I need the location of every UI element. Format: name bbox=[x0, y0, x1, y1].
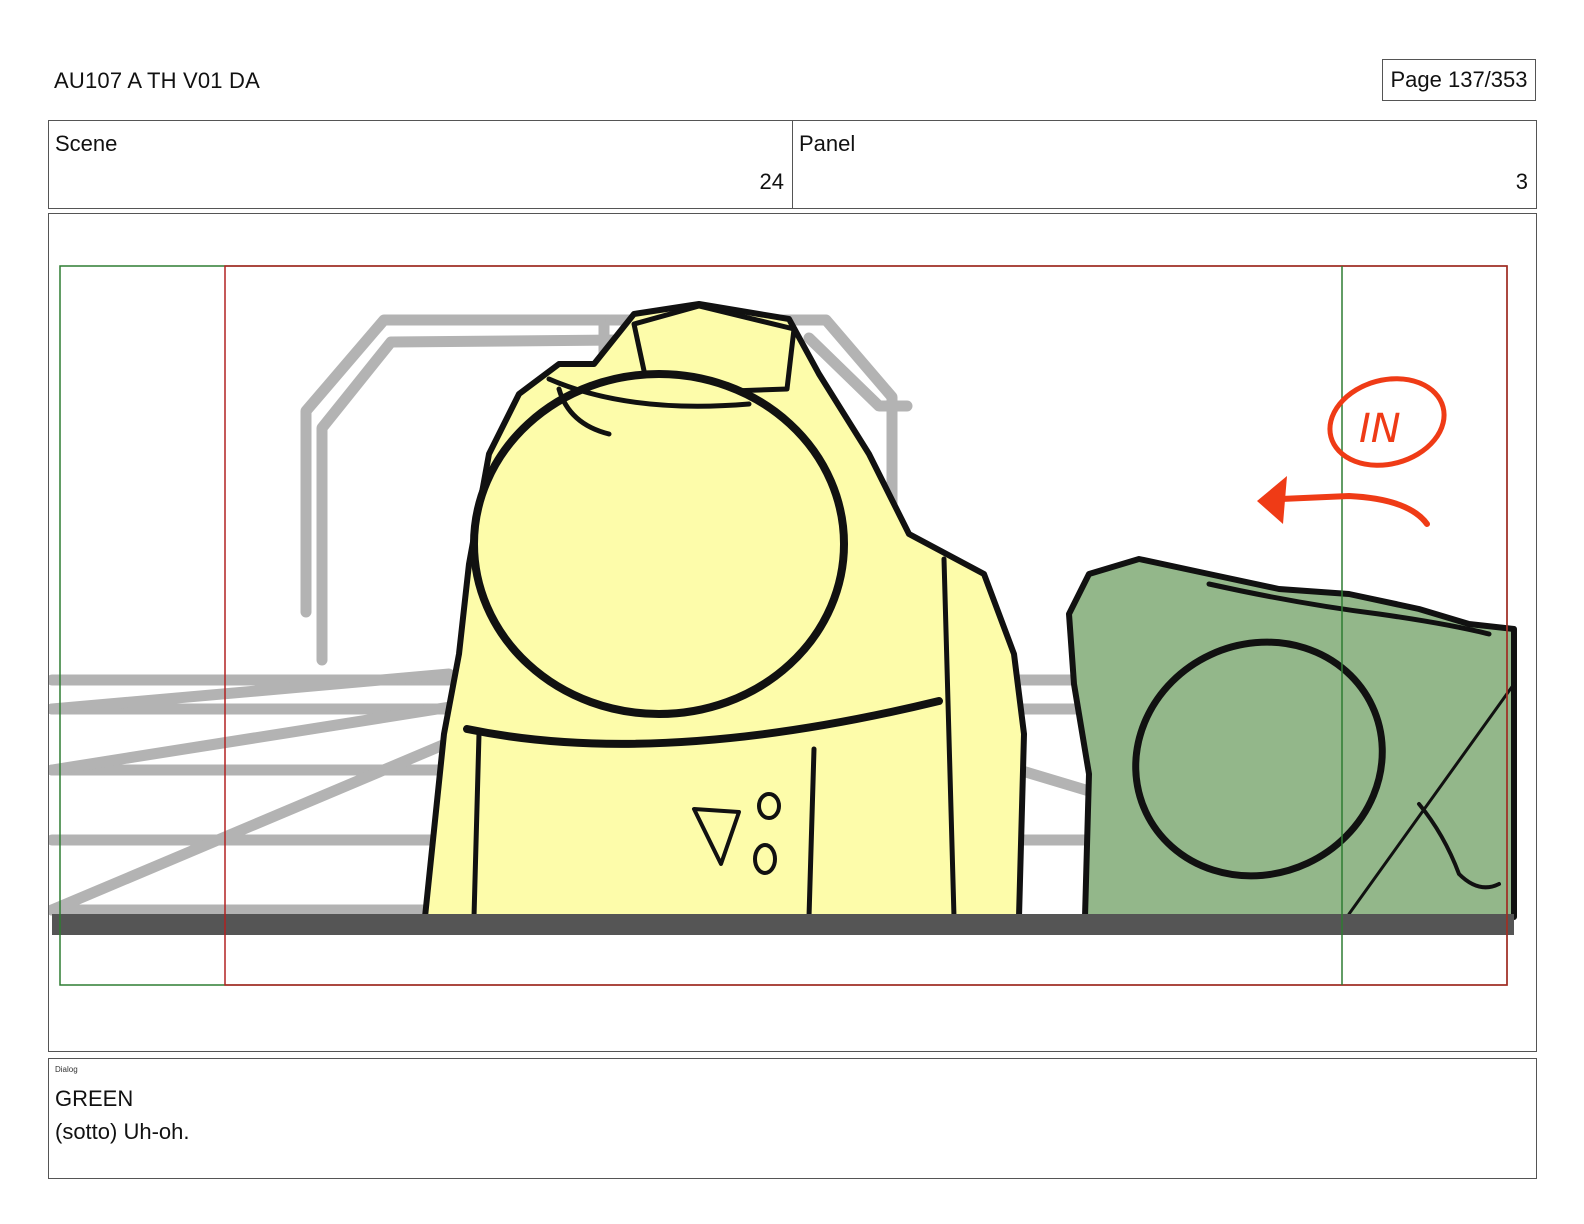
panel-number: 3 bbox=[1515, 169, 1528, 194]
scene-panel-header: Scene 24 Panel 3 bbox=[48, 120, 1537, 209]
direction-arrow bbox=[1278, 492, 1430, 527]
panel-label: Panel bbox=[799, 131, 856, 156]
dialog-box: Dialog GREEN (sotto) Uh-oh. bbox=[48, 1058, 1537, 1179]
in-annotation: IN bbox=[1257, 376, 1447, 527]
green-character bbox=[1066, 556, 1517, 920]
dialog-line: (sotto) Uh-oh. bbox=[55, 1119, 190, 1144]
arrow-head bbox=[1257, 476, 1287, 524]
dialog-speaker: GREEN bbox=[55, 1086, 134, 1111]
scene-cell: Scene 24 bbox=[49, 121, 793, 208]
storyboard-drawing: IN bbox=[49, 265, 1517, 986]
page-number: Page 137/353 bbox=[1382, 59, 1536, 101]
scene-label: Scene bbox=[55, 131, 118, 156]
document-title: AU107 A TH V01 DA bbox=[54, 68, 260, 93]
floor-line bbox=[52, 914, 1514, 935]
dialog-label: Dialog bbox=[55, 1065, 78, 1074]
in-annotation-text: IN bbox=[1359, 406, 1401, 452]
scene-number: 24 bbox=[759, 169, 784, 194]
yellow-character bbox=[422, 301, 1027, 920]
storyboard-panel-image: IN bbox=[48, 213, 1537, 1052]
panel-cell: Panel 3 bbox=[793, 121, 1536, 208]
